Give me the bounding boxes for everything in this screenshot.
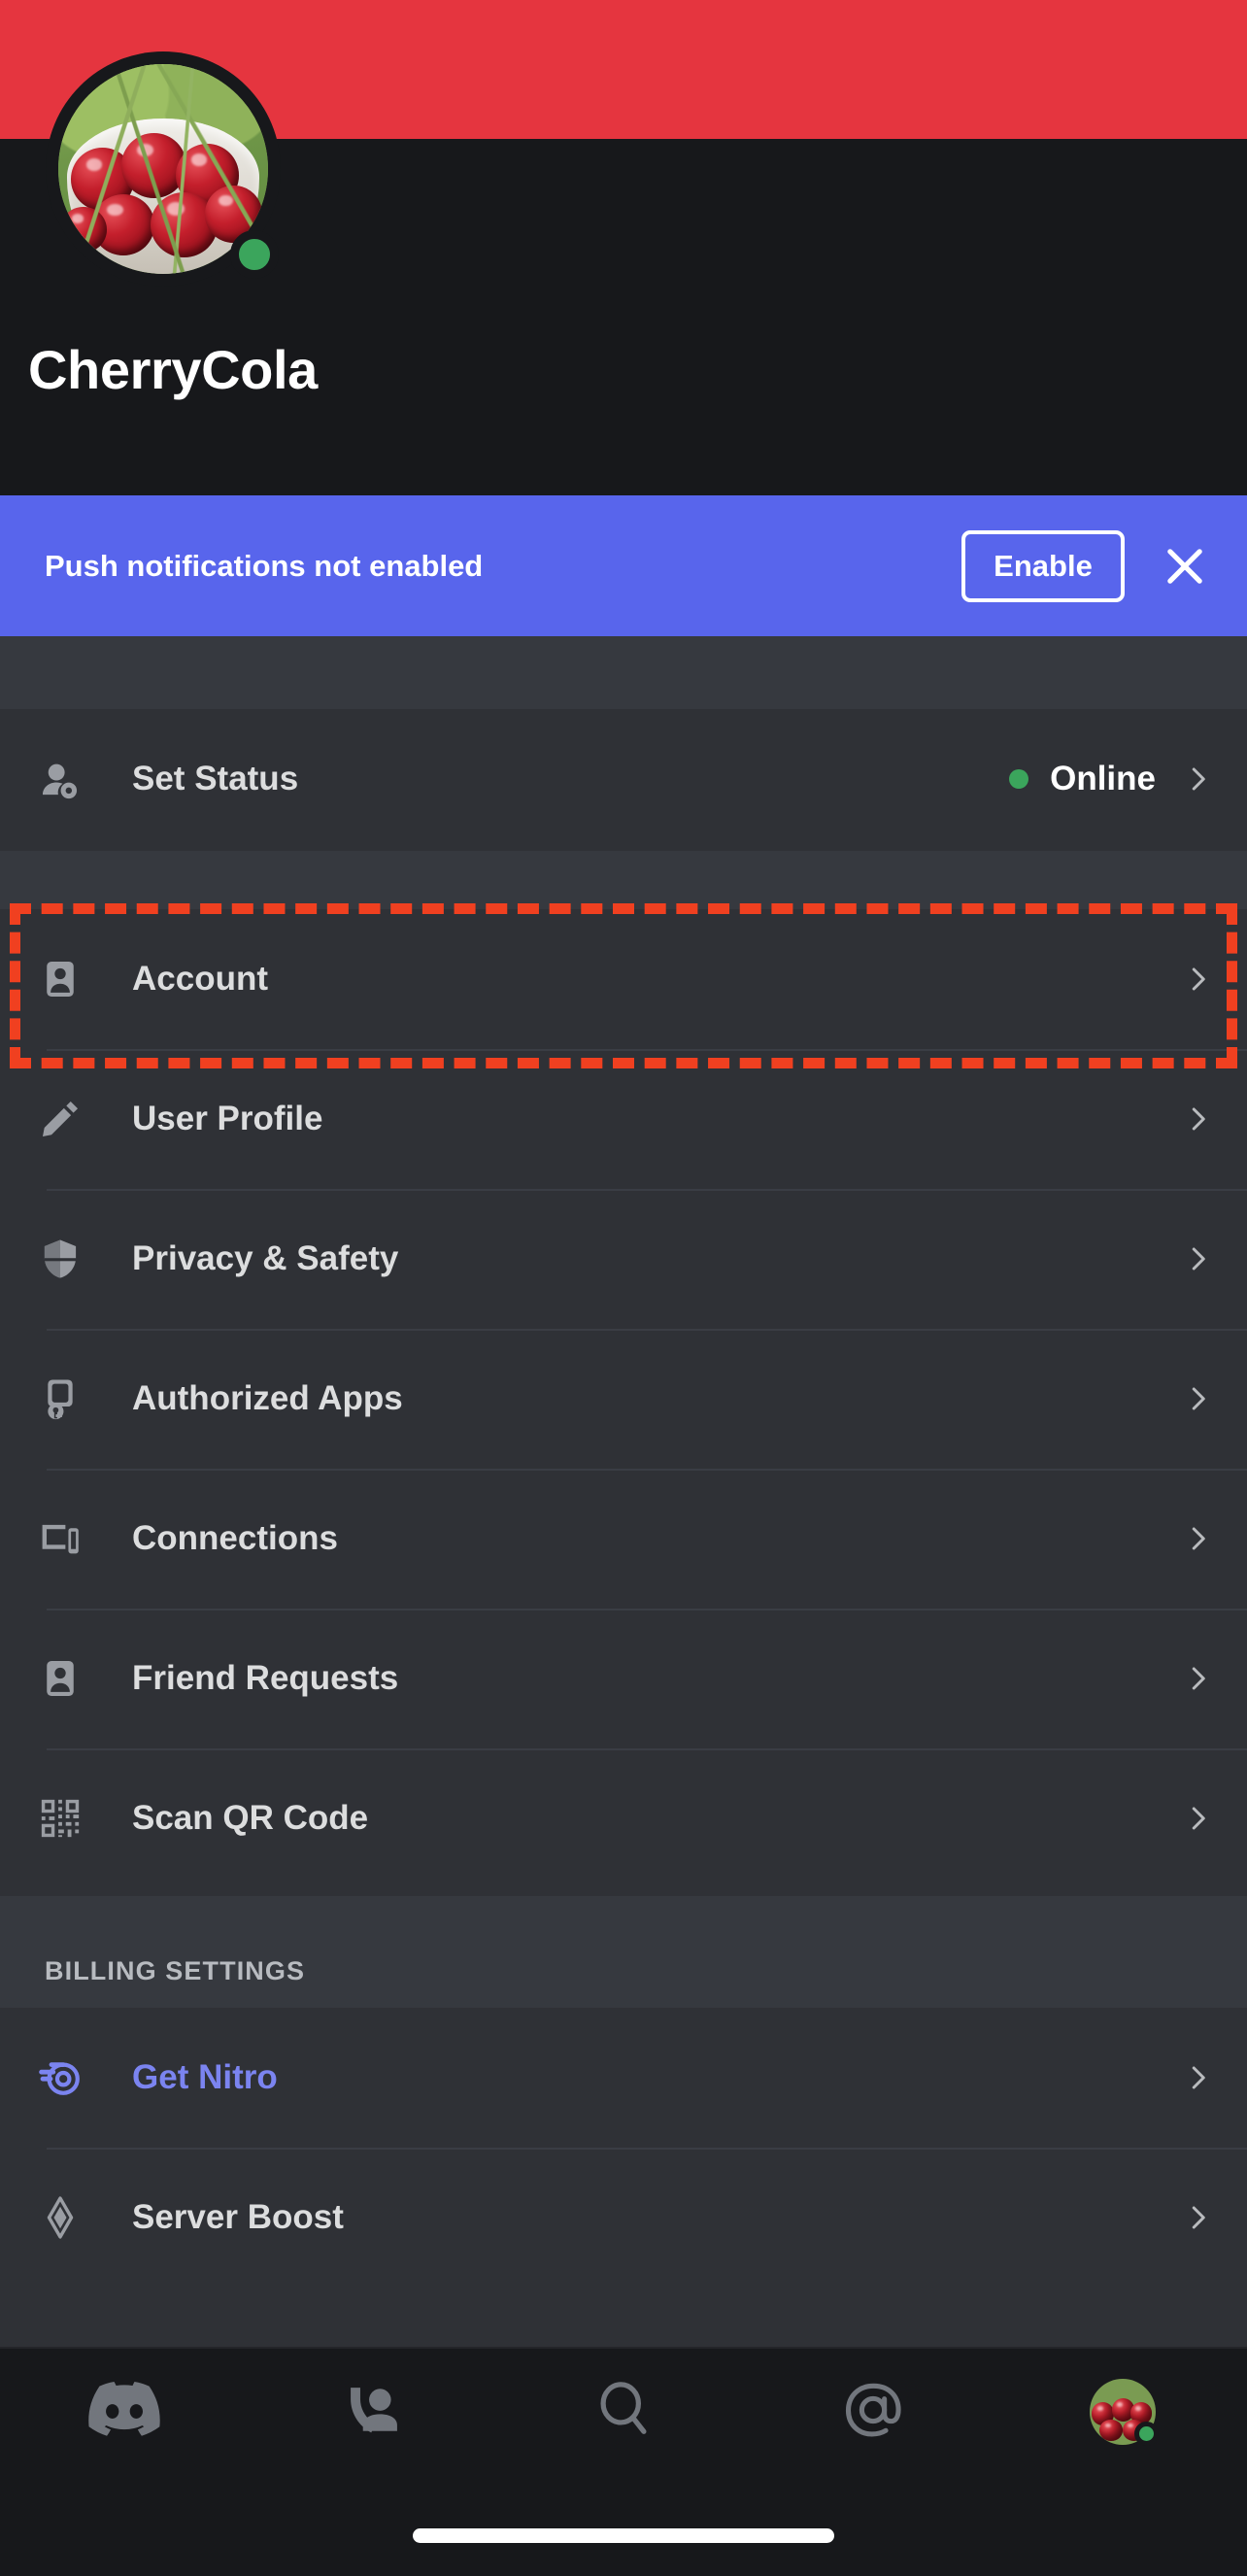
row-label: Authorized Apps xyxy=(132,1379,403,1418)
sidebar-item-friend-requests[interactable]: Friend Requests xyxy=(0,1609,1247,1748)
search-icon xyxy=(591,2378,656,2447)
status-value: Online xyxy=(1050,760,1156,798)
avatar-icon xyxy=(1090,2379,1156,2445)
row-trailing: Online xyxy=(1009,760,1247,798)
row-set-status[interactable]: Set Status Online xyxy=(0,709,1247,849)
row-trailing xyxy=(1181,1382,1247,1415)
section-spacer-user xyxy=(0,851,1247,909)
chevron-right-icon xyxy=(1181,963,1214,996)
discord-logo-icon xyxy=(88,2374,160,2451)
shield-icon xyxy=(37,1236,84,1282)
sidebar-item-server-boost[interactable]: Server Boost xyxy=(0,2148,1247,2288)
user-settings-list: Account User Profile xyxy=(0,909,1247,1896)
status-dot-online xyxy=(1134,2422,1159,2446)
enable-push-button[interactable]: Enable xyxy=(961,530,1125,602)
set-status-icon xyxy=(37,756,84,802)
sidebar-item-user-profile[interactable]: User Profile xyxy=(0,1049,1247,1189)
section-spacer-top xyxy=(0,636,1247,709)
chevron-right-icon xyxy=(1181,1382,1214,1415)
sidebar-item-scan-qr-code[interactable]: Scan QR Code xyxy=(0,1748,1247,1888)
friends-icon xyxy=(342,2378,406,2447)
billing-settings-list: Get Nitro Server Boost xyxy=(0,2008,1247,2288)
billing-section-header: BILLING SETTINGS xyxy=(0,1896,1247,2008)
nitro-icon xyxy=(37,2054,84,2101)
home-indicator xyxy=(413,2528,834,2543)
row-trailing xyxy=(1181,1662,1247,1695)
profile-header: CherryCola xyxy=(0,139,1247,495)
boost-icon xyxy=(37,2194,84,2241)
sidebar-item-get-nitro[interactable]: Get Nitro xyxy=(0,2008,1247,2148)
profile-tab[interactable] xyxy=(997,2349,1247,2475)
avatar[interactable] xyxy=(46,51,281,287)
row-label: Set Status xyxy=(132,760,298,798)
chevron-right-icon xyxy=(1181,2201,1214,2234)
section-title: BILLING SETTINGS xyxy=(45,1956,305,1986)
row-trailing xyxy=(1181,2061,1247,2094)
sidebar-item-privacy-safety[interactable]: Privacy & Safety xyxy=(0,1189,1247,1329)
status-indicator-online xyxy=(230,230,279,279)
chevron-right-icon xyxy=(1181,763,1214,796)
search-tab[interactable] xyxy=(499,2349,749,2475)
mention-at-icon xyxy=(840,2377,906,2448)
row-label: Server Boost xyxy=(132,2198,344,2237)
chevron-right-icon xyxy=(1181,1662,1214,1695)
pencil-icon xyxy=(37,1096,84,1142)
row-label: User Profile xyxy=(132,1100,322,1138)
friends-tab[interactable] xyxy=(250,2349,499,2475)
status-list: Set Status Online xyxy=(0,709,1247,851)
row-label: Account xyxy=(132,960,268,999)
status-dot-online xyxy=(1009,769,1028,789)
row-trailing xyxy=(1181,2201,1247,2234)
chevron-right-icon xyxy=(1181,1522,1214,1555)
row-trailing xyxy=(1181,963,1247,996)
close-icon[interactable] xyxy=(1138,520,1231,613)
row-trailing xyxy=(1181,1102,1247,1135)
servers-tab[interactable] xyxy=(0,2349,250,2475)
page-title: CherryCola xyxy=(28,338,318,401)
row-label: Connections xyxy=(132,1519,338,1558)
qr-code-icon xyxy=(37,1795,84,1842)
sidebar-item-connections[interactable]: Connections xyxy=(0,1469,1247,1609)
bottom-tab-bar xyxy=(0,2347,1247,2576)
push-banner-message: Push notifications not enabled xyxy=(45,549,961,584)
sidebar-item-account[interactable]: Account xyxy=(0,909,1247,1049)
row-label: Friend Requests xyxy=(132,1659,398,1698)
row-trailing xyxy=(1181,1802,1247,1835)
chevron-right-icon xyxy=(1181,1242,1214,1275)
row-trailing xyxy=(1181,1522,1247,1555)
authorized-apps-icon xyxy=(37,1375,84,1422)
account-icon xyxy=(37,956,84,1002)
sidebar-item-authorized-apps[interactable]: Authorized Apps xyxy=(0,1329,1247,1469)
row-trailing xyxy=(1181,1242,1247,1275)
row-label: Get Nitro xyxy=(132,2058,278,2097)
connections-icon xyxy=(37,1515,84,1562)
mentions-tab[interactable] xyxy=(748,2349,997,2475)
discord-user-settings-screen: CherryCola Push notifications not enable… xyxy=(0,0,1247,2576)
row-label: Scan QR Code xyxy=(132,1799,368,1838)
chevron-right-icon xyxy=(1181,2061,1214,2094)
row-label: Privacy & Safety xyxy=(132,1239,398,1278)
chevron-right-icon xyxy=(1181,1102,1214,1135)
friend-requests-icon xyxy=(37,1655,84,1702)
chevron-right-icon xyxy=(1181,1802,1214,1835)
push-notification-banner: Push notifications not enabled Enable xyxy=(0,495,1247,636)
